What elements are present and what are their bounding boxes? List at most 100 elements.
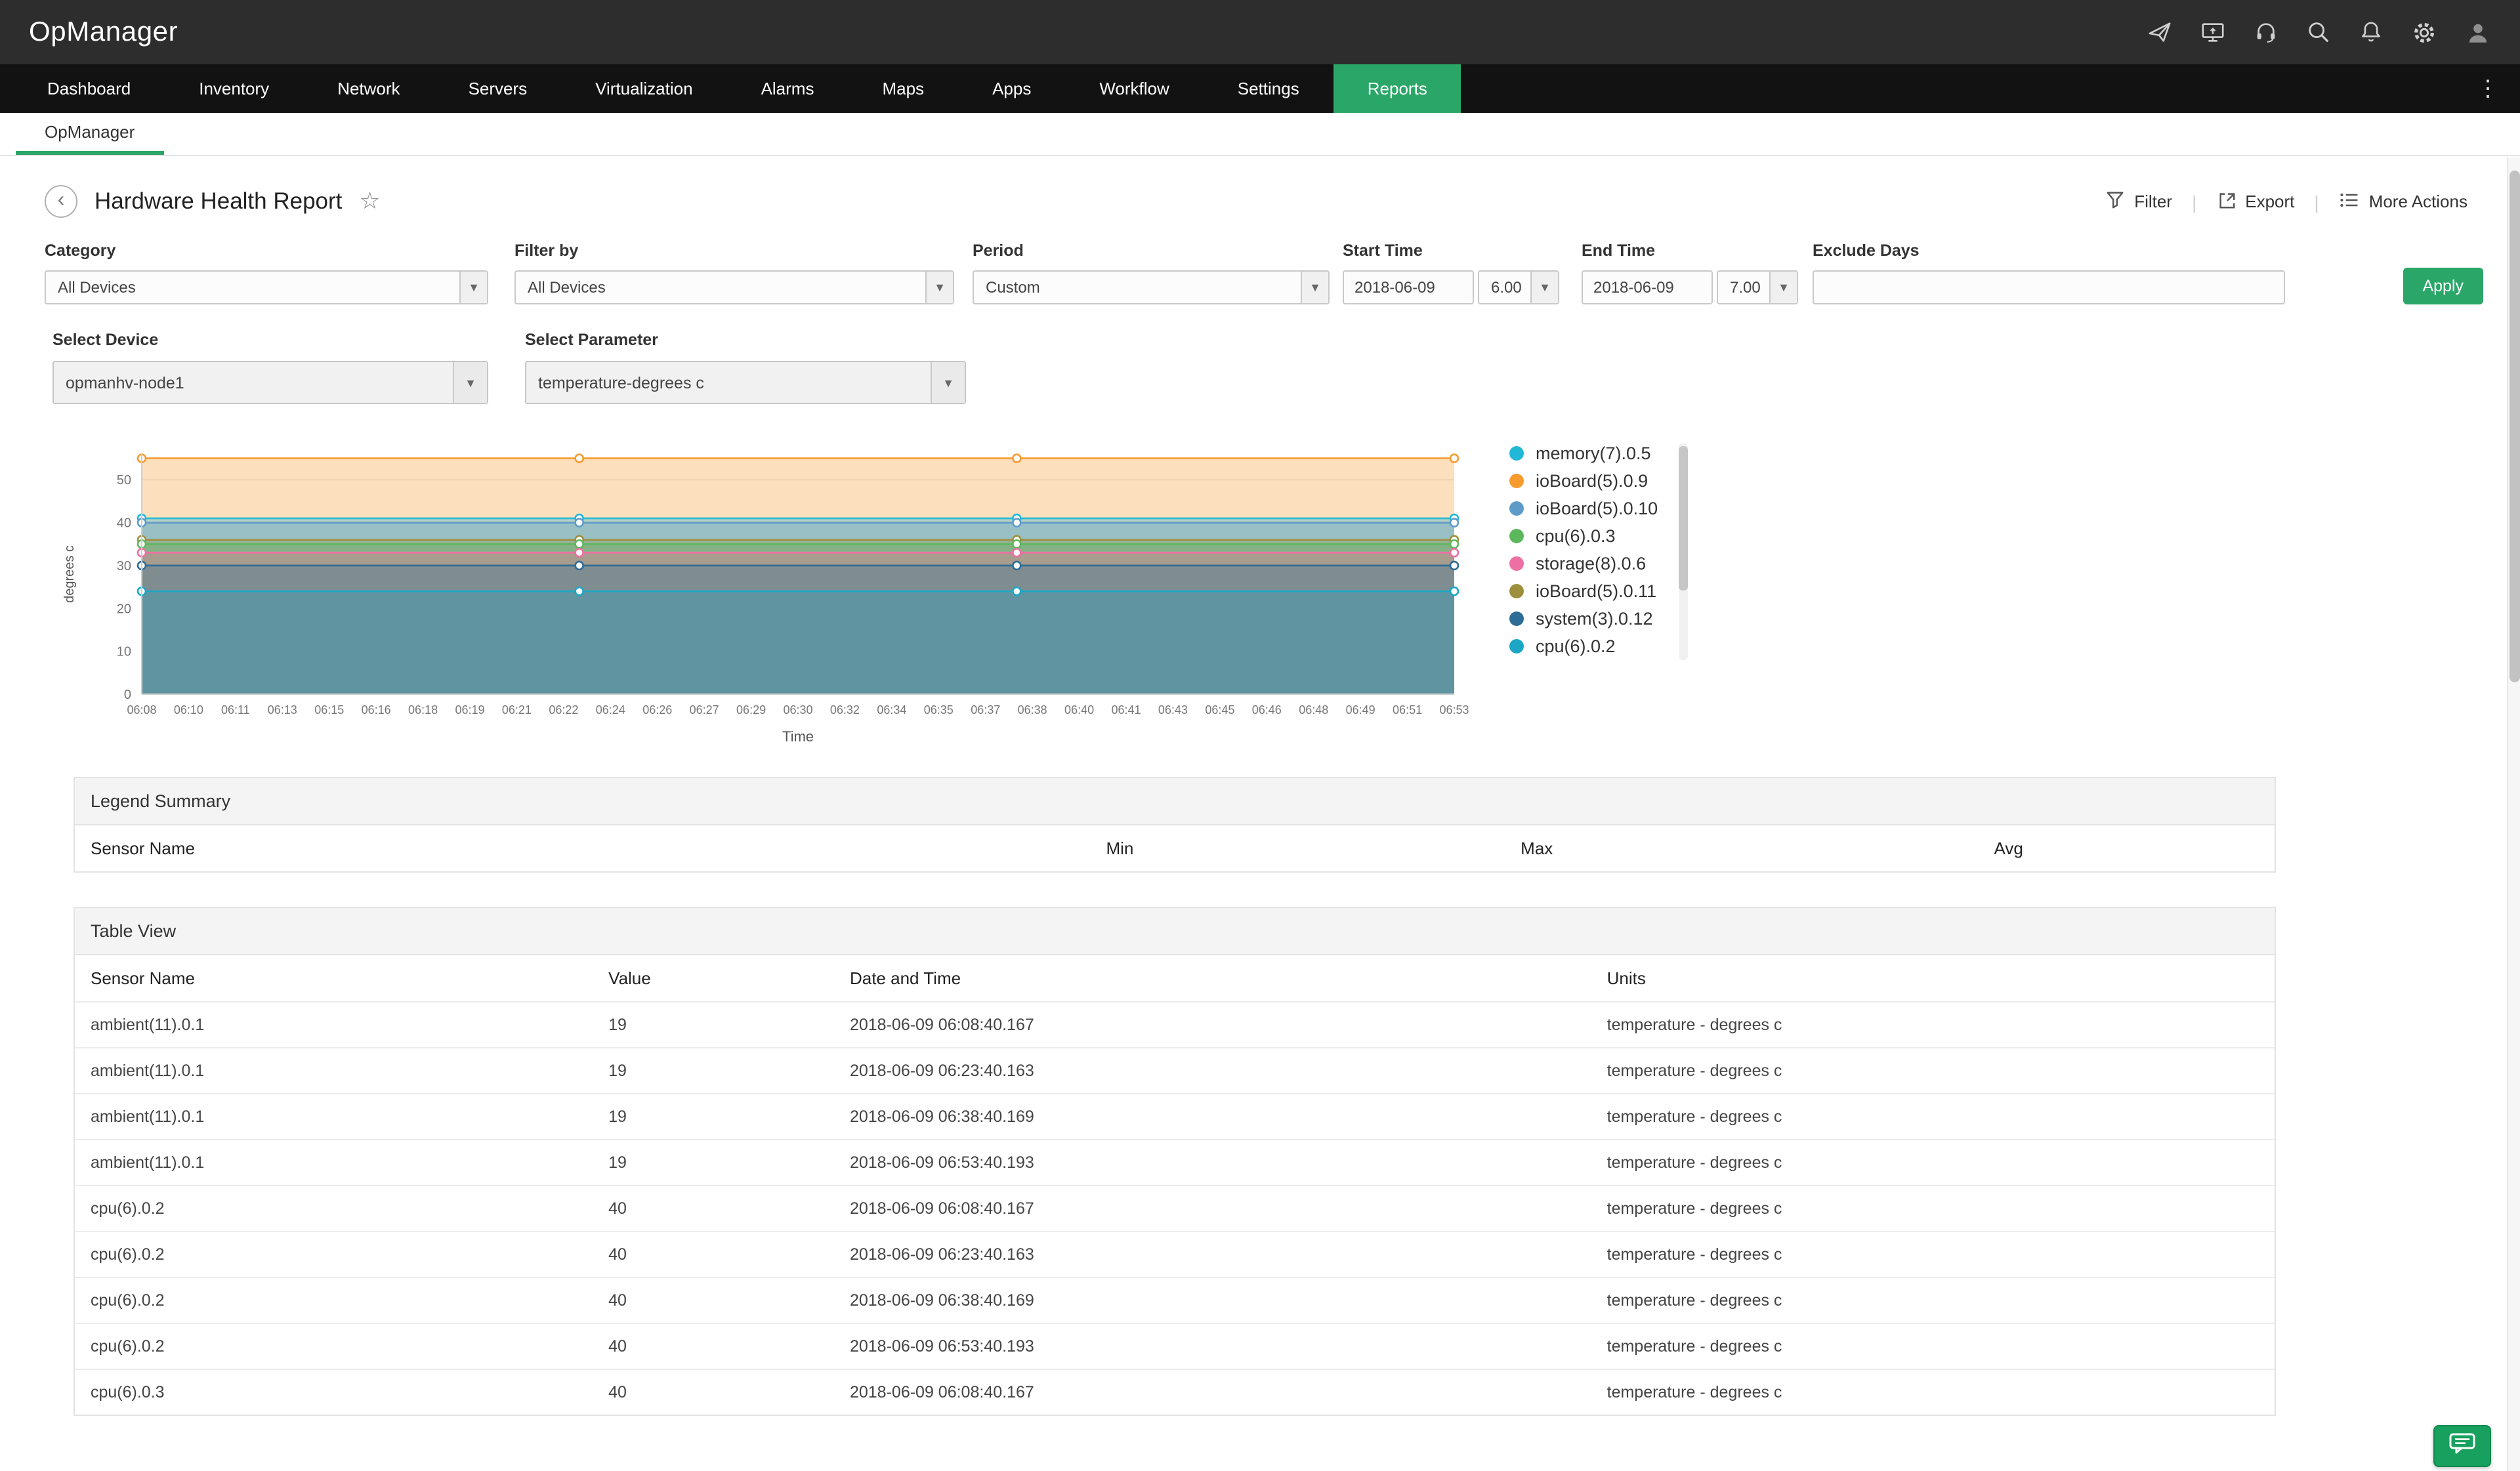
page-scrollbar-thumb[interactable] xyxy=(2510,171,2520,682)
device-select[interactable]: opmanhv-node1 ▼ xyxy=(52,361,488,404)
toolbar-separator: | xyxy=(2314,191,2319,212)
nav-item-workflow[interactable]: Workflow xyxy=(1065,64,1203,113)
favorite-star-icon[interactable]: ☆ xyxy=(359,188,380,215)
back-button[interactable]: ‹ xyxy=(45,185,77,218)
table-cell: 2018-06-09 06:23:40.163 xyxy=(837,1048,1594,1093)
start-date-input[interactable]: 2018-06-09 xyxy=(1343,270,1474,304)
end-date-input[interactable]: 2018-06-09 xyxy=(1582,270,1713,304)
svg-text:06:29: 06:29 xyxy=(736,703,766,716)
apply-button[interactable]: Apply xyxy=(2403,268,2483,304)
legend-item[interactable]: storage(8).0.6 xyxy=(1509,554,1658,573)
paper-plane-icon[interactable] xyxy=(2147,20,2172,45)
kebab-menu-icon[interactable]: ⋮ xyxy=(2456,64,2520,113)
gear-icon[interactable] xyxy=(2411,19,2437,45)
nav-item-apps[interactable]: Apps xyxy=(958,64,1065,113)
table-cell: cpu(6).0.2 xyxy=(77,1324,595,1369)
legend-item[interactable]: cpu(6).0.2 xyxy=(1509,636,1658,656)
opmanager-logo[interactable]: OpManager xyxy=(29,16,178,48)
nav-item-maps[interactable]: Maps xyxy=(848,64,958,113)
legend-summary-section: Legend Summary Sensor NameMinMaxAvg xyxy=(74,777,2276,873)
legend-item[interactable]: system(3).0.12 xyxy=(1509,609,1658,629)
table-cell: 19 xyxy=(595,1094,837,1139)
category-group: Category All Devices ▼ xyxy=(45,241,488,304)
table-cell: 40 xyxy=(595,1232,837,1277)
filter-row: Category All Devices ▼ Filter by All Dev… xyxy=(45,241,2483,304)
table-cell: 40 xyxy=(595,1370,837,1415)
legend-scrollbar-thumb[interactable] xyxy=(1679,446,1688,590)
headset-icon[interactable] xyxy=(2254,20,2278,45)
svg-text:06:22: 06:22 xyxy=(549,703,578,716)
table-cell: 40 xyxy=(595,1186,837,1231)
more-actions-button[interactable]: More Actions xyxy=(2339,190,2468,213)
nav-item-alarms[interactable]: Alarms xyxy=(727,64,849,113)
filter-button[interactable]: Filter xyxy=(2105,190,2172,213)
legend-item[interactable]: ioBoard(5).0.11 xyxy=(1509,581,1658,601)
legend-label: system(3).0.12 xyxy=(1536,609,1653,629)
chevron-down-icon: ▼ xyxy=(459,272,487,303)
search-icon[interactable] xyxy=(2306,20,2331,45)
svg-text:degrees c: degrees c xyxy=(62,545,77,603)
table-cell: temperature - degrees c xyxy=(1594,1140,2272,1185)
legend-summary-column: Min xyxy=(912,825,1328,871)
legend-label: cpu(6).0.2 xyxy=(1536,636,1616,656)
table-cell: 2018-06-09 06:08:40.167 xyxy=(837,1003,1594,1047)
table-row: cpu(6).0.2402018-06-09 06:38:40.169tempe… xyxy=(75,1277,2275,1323)
legend-color-dot xyxy=(1509,584,1524,598)
table-row: cpu(6).0.2402018-06-09 06:08:40.167tempe… xyxy=(75,1185,2275,1231)
table-cell: 2018-06-09 06:38:40.169 xyxy=(837,1094,1594,1139)
legend-scrollbar xyxy=(1679,444,1688,660)
funnel-icon xyxy=(2105,190,2125,213)
exclude-days-input[interactable] xyxy=(1813,270,2285,304)
chat-support-button[interactable] xyxy=(2433,1425,2491,1467)
table-view-column: Units xyxy=(1594,955,2272,1001)
start-hour-select[interactable]: 6.00 ▼ xyxy=(1478,270,1559,304)
legend-color-dot xyxy=(1509,639,1524,653)
chevron-down-icon: ▼ xyxy=(1530,272,1558,303)
table-cell: 2018-06-09 06:53:40.193 xyxy=(837,1324,1594,1369)
table-cell: temperature - degrees c xyxy=(1594,1003,2272,1047)
nav-item-dashboard[interactable]: Dashboard xyxy=(13,64,165,113)
parameter-value: temperature-degrees c xyxy=(526,373,931,392)
user-icon[interactable] xyxy=(2465,19,2491,45)
select-device-label: Select Device xyxy=(52,331,488,349)
legend-item[interactable]: ioBoard(5).0.10 xyxy=(1509,499,1658,518)
end-hour-select[interactable]: 7.00 ▼ xyxy=(1717,270,1798,304)
table-row: ambient(11).0.1192018-06-09 06:08:40.167… xyxy=(75,1001,2275,1047)
period-select[interactable]: Custom ▼ xyxy=(973,270,1330,304)
nav-item-inventory[interactable]: Inventory xyxy=(165,64,303,113)
table-row: ambient(11).0.1192018-06-09 06:38:40.169… xyxy=(75,1093,2275,1139)
parameter-select[interactable]: temperature-degrees c ▼ xyxy=(525,361,966,404)
legend-item[interactable]: memory(7).0.5 xyxy=(1509,444,1658,463)
nav-item-network[interactable]: Network xyxy=(303,64,434,113)
export-label: Export xyxy=(2245,192,2294,211)
screen-share-icon[interactable] xyxy=(2200,20,2226,45)
table-cell: ambient(11).0.1 xyxy=(77,1048,595,1093)
legend-item[interactable]: cpu(6).0.3 xyxy=(1509,526,1658,546)
export-button[interactable]: Export xyxy=(2216,190,2294,213)
nav-item-settings[interactable]: Settings xyxy=(1204,64,1334,113)
legend-label: ioBoard(5).0.10 xyxy=(1536,499,1658,518)
legend-label: ioBoard(5).0.9 xyxy=(1536,471,1648,491)
category-select[interactable]: All Devices ▼ xyxy=(45,270,488,304)
svg-text:06:35: 06:35 xyxy=(924,703,954,716)
table-view-column: Value xyxy=(595,955,837,1001)
chart-legend: memory(7).0.5 ioBoard(5).0.9 ioBoard(5).0.… xyxy=(1509,444,1688,751)
svg-text:06:53: 06:53 xyxy=(1439,703,1469,716)
table-cell: 19 xyxy=(595,1140,837,1185)
svg-text:06:10: 06:10 xyxy=(174,703,203,716)
nav-item-virtualization[interactable]: Virtualization xyxy=(561,64,726,113)
svg-text:Time: Time xyxy=(782,728,814,745)
period-label: Period xyxy=(973,241,1330,260)
chevron-down-icon: ▼ xyxy=(925,272,953,303)
table-cell: 2018-06-09 06:38:40.169 xyxy=(837,1278,1594,1323)
filter-by-select[interactable]: All Devices ▼ xyxy=(514,270,954,304)
end-time-label: End Time xyxy=(1582,241,1798,260)
tab-opmanager[interactable]: OpManager xyxy=(16,113,163,155)
export-icon xyxy=(2216,190,2236,213)
bell-icon[interactable] xyxy=(2359,20,2384,45)
table-cell: temperature - degrees c xyxy=(1594,1324,2272,1369)
nav-item-reports[interactable]: Reports xyxy=(1334,64,1461,113)
nav-item-servers[interactable]: Servers xyxy=(434,64,562,113)
legend-item[interactable]: ioBoard(5).0.9 xyxy=(1509,471,1658,491)
svg-text:06:13: 06:13 xyxy=(268,703,297,716)
